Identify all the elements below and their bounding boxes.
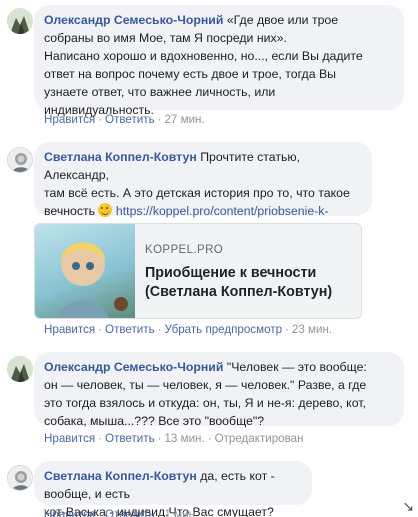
preview-domain: KOPPEL.PRO <box>145 244 224 256</box>
comment-author[interactable]: Олександр Семесько-Чорний <box>44 13 223 27</box>
comment-text-line: он — человек, ты — человек, я — человек.… <box>44 378 367 392</box>
avatar-landscape-icon <box>7 8 33 34</box>
comment-text-line: "Человек — это вообще: <box>226 360 367 374</box>
reply-link[interactable]: Ответить <box>105 432 155 445</box>
preview-image <box>35 224 135 318</box>
remove-preview-link[interactable]: Убрать предпросмотр <box>164 323 282 336</box>
like-link[interactable]: Нравится <box>44 113 95 126</box>
comment-author[interactable]: Светлана Коппел-Ковтун <box>44 150 197 164</box>
smiling-face-icon <box>98 203 113 217</box>
comment-text-line: вечность <box>44 204 96 218</box>
reply-link[interactable]: Ответить <box>105 508 155 517</box>
comment-text-line: Написано хорошо и вдохновенно, но..., ес… <box>44 49 363 63</box>
comment-text-line: это тогда взялось и откуда: он, ты, Я и … <box>44 396 366 410</box>
avatar-portrait-icon <box>8 466 32 490</box>
link-preview-card[interactable]: KOPPEL.PRO Приобщение к вечности (Светла… <box>34 223 362 319</box>
comment-bubble: Светлана Коппел-Ковтун Прочтите статью, … <box>34 142 372 236</box>
timestamp[interactable]: 27 мин. <box>164 113 204 126</box>
comment-author[interactable]: Олександр Семесько-Чорний <box>44 360 223 374</box>
avatar[interactable] <box>7 465 33 491</box>
comment-text-line: ответ на вопрос почему есть двое и трое,… <box>44 67 336 81</box>
avatar[interactable] <box>7 356 33 382</box>
timestamp[interactable]: 13 мин. <box>164 432 204 445</box>
comment-bubble: Светлана Коппел-Ковтун да, есть кот - во… <box>34 461 312 517</box>
reply-link[interactable]: Ответить <box>105 323 155 336</box>
like-link[interactable]: Нравится <box>44 432 95 445</box>
comment-actions: Нравится · Ответить · Убрать предпросмотр · 23… <box>44 323 333 336</box>
avatar-landscape-icon <box>7 356 33 382</box>
comment-author[interactable]: Светлана Коппел-Ковтун <box>44 469 197 483</box>
comment-bubble: Олександр Семесько-Чорний «Где двое или … <box>34 5 404 117</box>
edited-label[interactable]: Отредактирован <box>215 432 304 445</box>
timestamp[interactable]: 23 мин. <box>292 323 332 336</box>
avatar[interactable] <box>7 147 33 173</box>
comment-text-line: собраны во имя Мое, там Я посреди них». <box>44 31 287 45</box>
comment-actions: Нравится · Ответить · 27 мин. <box>44 113 205 126</box>
like-link[interactable]: Нравится <box>44 323 95 336</box>
article-link[interactable]: https://koppel.pro/content/priobsenie-k- <box>116 204 329 218</box>
comment-actions: Нравится · Ответить · 1 мин. <box>44 508 198 517</box>
preview-title[interactable]: Приобщение к вечности (Светлана Коппел-К… <box>145 264 357 302</box>
comment-bubble: Олександр Семесько-Чорний "Человек — это… <box>34 352 404 428</box>
reply-link[interactable]: Ответить <box>105 113 155 126</box>
timestamp[interactable]: 1 мин. <box>164 508 198 517</box>
comment-actions: Нравится · Ответить · 13 мин. · Отредактирован <box>44 432 304 445</box>
comment-text-line: там всё есть. А это детская история про … <box>44 186 350 200</box>
avatar[interactable] <box>7 8 33 34</box>
comment-text-line: «Где двое или трое <box>226 13 339 27</box>
collapse-arrow-icon[interactable]: ↘ <box>402 498 414 515</box>
comment-text-line: собака, мыша...??? Все это "вообще"? <box>44 414 265 428</box>
avatar-portrait-icon <box>8 148 32 172</box>
like-link[interactable]: Нравится <box>44 508 95 517</box>
comment-text-line: узнаете ответ, что важнее личность, или <box>44 85 276 99</box>
